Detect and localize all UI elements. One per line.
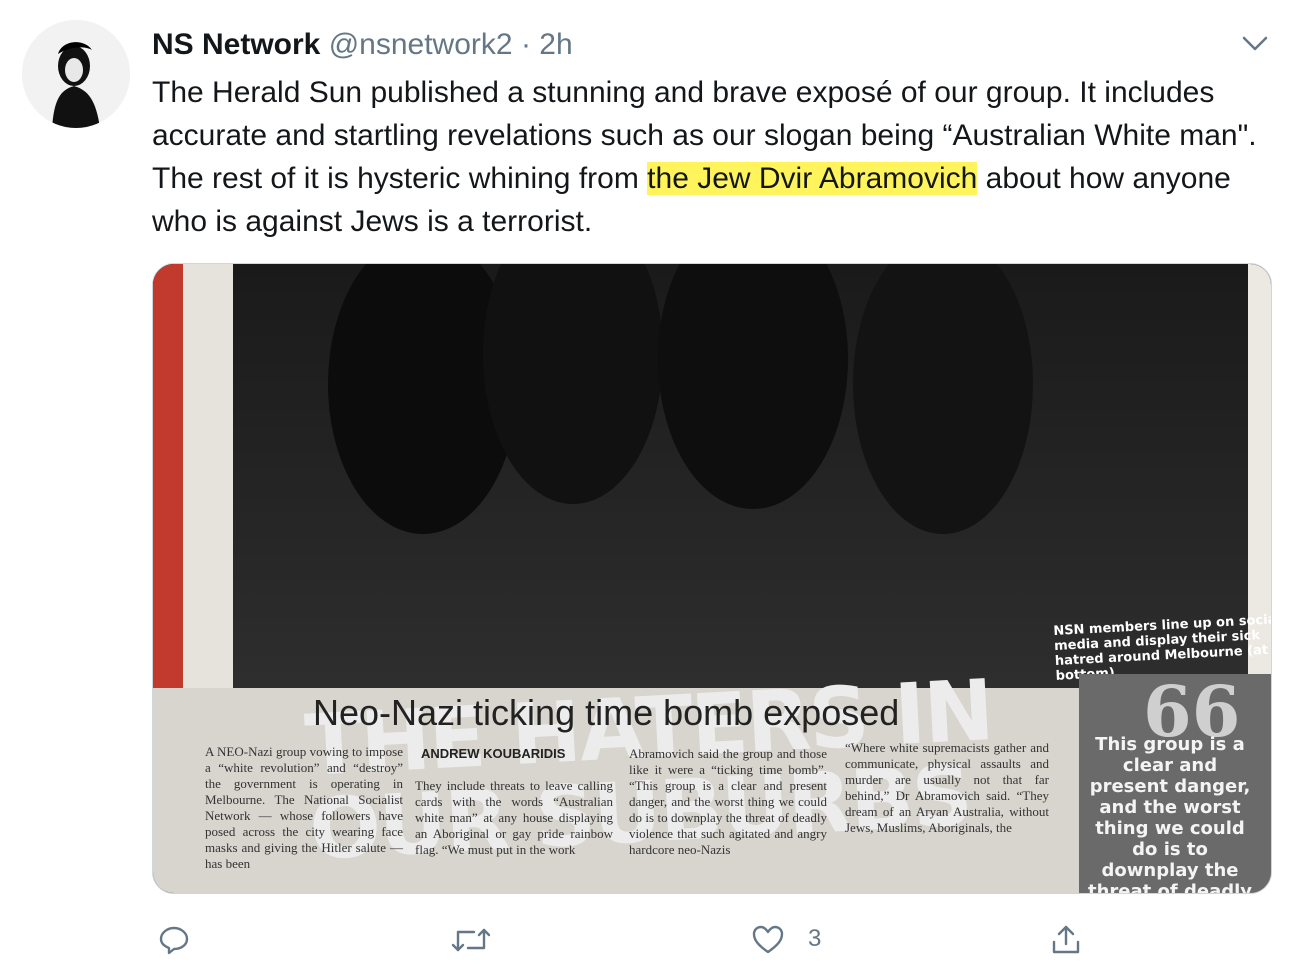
tweet-text: The Herald Sun published a stunning and … <box>152 71 1262 243</box>
highlighted-text: the Jew Dvir Abramovich <box>647 162 978 195</box>
timestamp[interactable]: 2h <box>539 28 572 61</box>
like-icon[interactable] <box>746 918 790 962</box>
like-count: 3 <box>808 925 822 952</box>
pullquote-text: This group is a clear and present danger… <box>1087 734 1252 894</box>
tweet-image[interactable]: THE HATERS IN OUR SUBURBS NSN members li… <box>152 263 1272 894</box>
avatar-portrait-icon <box>22 20 130 128</box>
share-icon[interactable] <box>1044 918 1088 962</box>
newspaper-byline: ANDREW KOUBARIDIS <box>421 746 566 761</box>
tweet-header: NS Network @nsnetwork2 · 2h <box>152 26 573 64</box>
article-column-2: They include threats to leave calling ca… <box>415 778 613 857</box>
newspaper-subheadline: Neo-Nazi ticking time bomb exposed <box>313 692 900 733</box>
avatar[interactable] <box>22 20 130 128</box>
article-column-3: Abramovich said the group and those like… <box>629 746 827 857</box>
retweet-icon[interactable] <box>449 918 493 962</box>
pullquote-mark: 66 <box>1143 670 1241 753</box>
reply-icon[interactable] <box>152 918 196 962</box>
separator-dot: · <box>520 28 531 61</box>
display-name[interactable]: NS Network <box>152 28 320 61</box>
chevron-down-icon[interactable] <box>1238 28 1272 58</box>
user-handle[interactable]: @nsnetwork2 <box>329 28 513 61</box>
article-column-1: A NEO-Nazi group vowing to impose a “whi… <box>205 744 403 871</box>
article-column-4: “Where white supremacists gather and com… <box>845 740 1049 835</box>
